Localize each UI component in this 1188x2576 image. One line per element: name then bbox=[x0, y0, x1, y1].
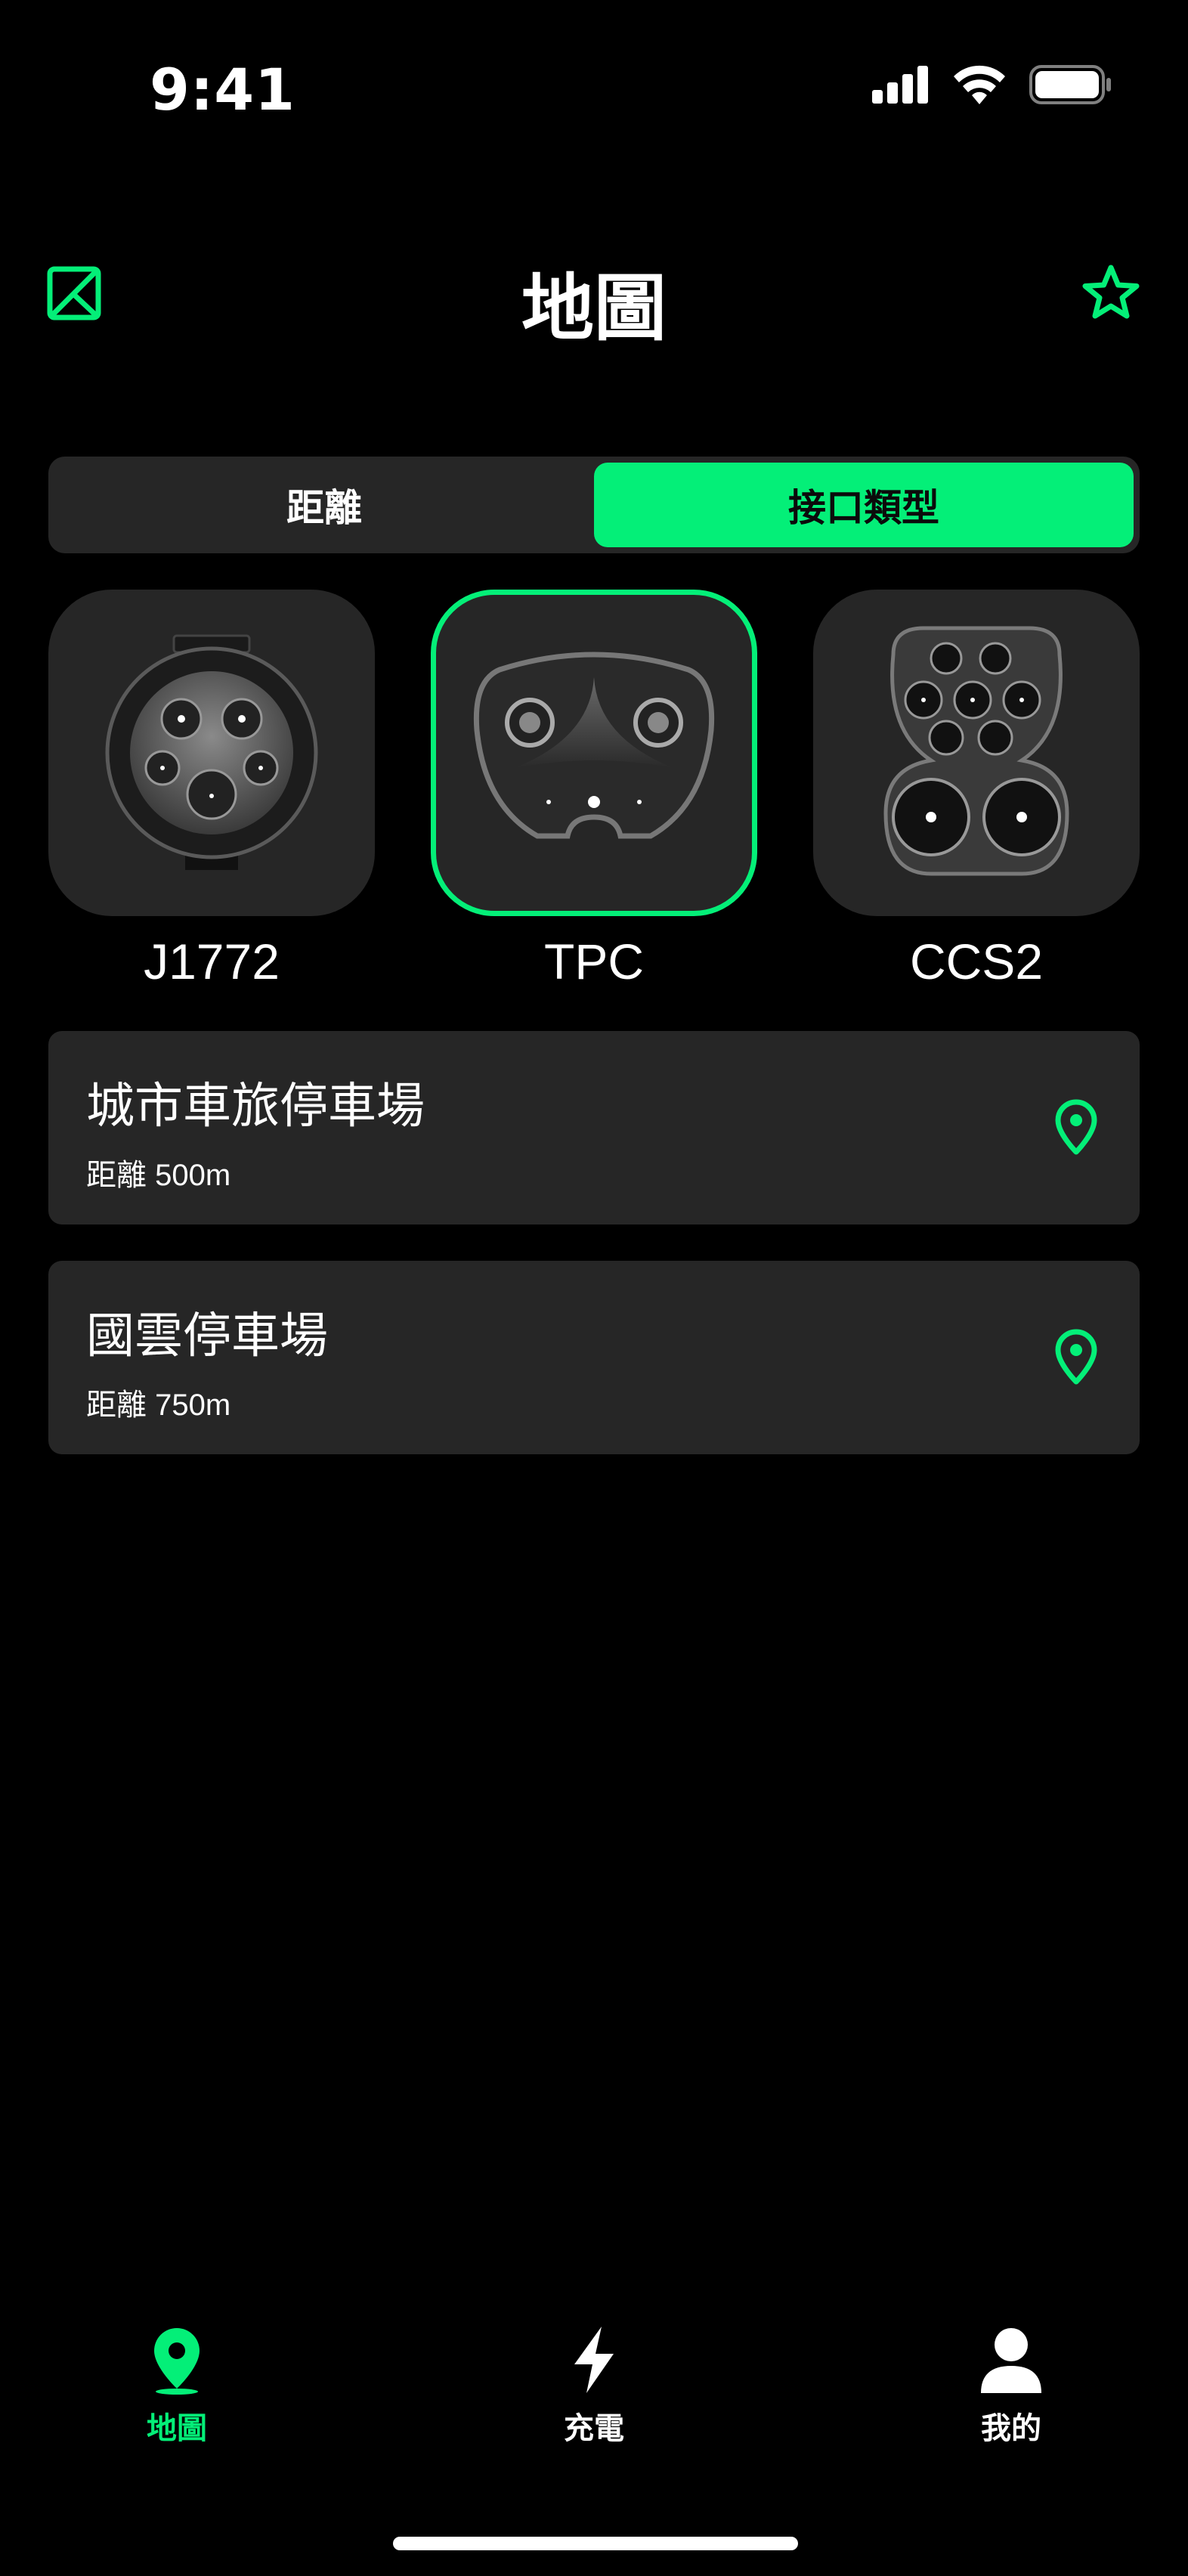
tab-map[interactable]: 地圖 bbox=[101, 2324, 252, 2448]
status-icons bbox=[872, 65, 1112, 104]
station-distance: 距離 750m bbox=[86, 1389, 231, 1422]
tab-label: 地圖 bbox=[147, 2411, 207, 2446]
station-card[interactable]: 城市車旅停車場 距離 500m bbox=[48, 1031, 1140, 1225]
station-card[interactable]: 國雲停車場 距離 750m bbox=[48, 1261, 1140, 1454]
tab-label: 充電 bbox=[564, 2411, 624, 2446]
j1772-plug-icon bbox=[105, 634, 318, 870]
signal-icon bbox=[872, 66, 928, 104]
battery-icon bbox=[1029, 65, 1111, 104]
map-pin-icon[interactable] bbox=[1053, 1099, 1099, 1156]
page-title: 地圖 bbox=[521, 266, 667, 351]
person-icon bbox=[981, 2328, 1041, 2393]
map-pin-icon bbox=[154, 2328, 200, 2395]
segment-connector-type[interactable]: 接口類型 bbox=[594, 463, 1134, 547]
connector-card-selected[interactable] bbox=[431, 590, 757, 916]
connector-card[interactable] bbox=[48, 590, 375, 916]
connector-ccs2[interactable]: CCS2 bbox=[813, 590, 1140, 990]
station-distance: 距離 500m bbox=[86, 1159, 231, 1192]
star-icon[interactable] bbox=[1081, 263, 1141, 324]
connector-label: TPC bbox=[544, 933, 644, 989]
segment-distance[interactable]: 距離 bbox=[54, 463, 594, 547]
connector-card[interactable] bbox=[813, 590, 1140, 916]
tab-charge[interactable]: 充電 bbox=[518, 2324, 670, 2448]
tab-profile[interactable]: 我的 bbox=[936, 2324, 1087, 2448]
wifi-icon bbox=[954, 65, 1005, 104]
home-indicator[interactable] bbox=[393, 2537, 798, 2550]
map-pin-icon[interactable] bbox=[1053, 1329, 1099, 1386]
connector-label: J1772 bbox=[144, 933, 280, 989]
bolt-icon bbox=[574, 2327, 614, 2393]
station-name: 城市車旅停車場 bbox=[86, 1079, 425, 1135]
tab-label: 我的 bbox=[981, 2411, 1041, 2446]
connector-j1772[interactable]: J1772 bbox=[48, 590, 375, 990]
tpc-plug-icon bbox=[473, 652, 715, 839]
segmented-control: 距離 接口類型 bbox=[48, 457, 1140, 553]
station-name: 國雲停車場 bbox=[86, 1308, 328, 1364]
ccs2-plug-icon bbox=[883, 626, 1069, 876]
status-time: 9:41 bbox=[150, 56, 296, 123]
connector-tpc[interactable]: TPC bbox=[431, 590, 757, 990]
connector-label: CCS2 bbox=[909, 933, 1044, 989]
